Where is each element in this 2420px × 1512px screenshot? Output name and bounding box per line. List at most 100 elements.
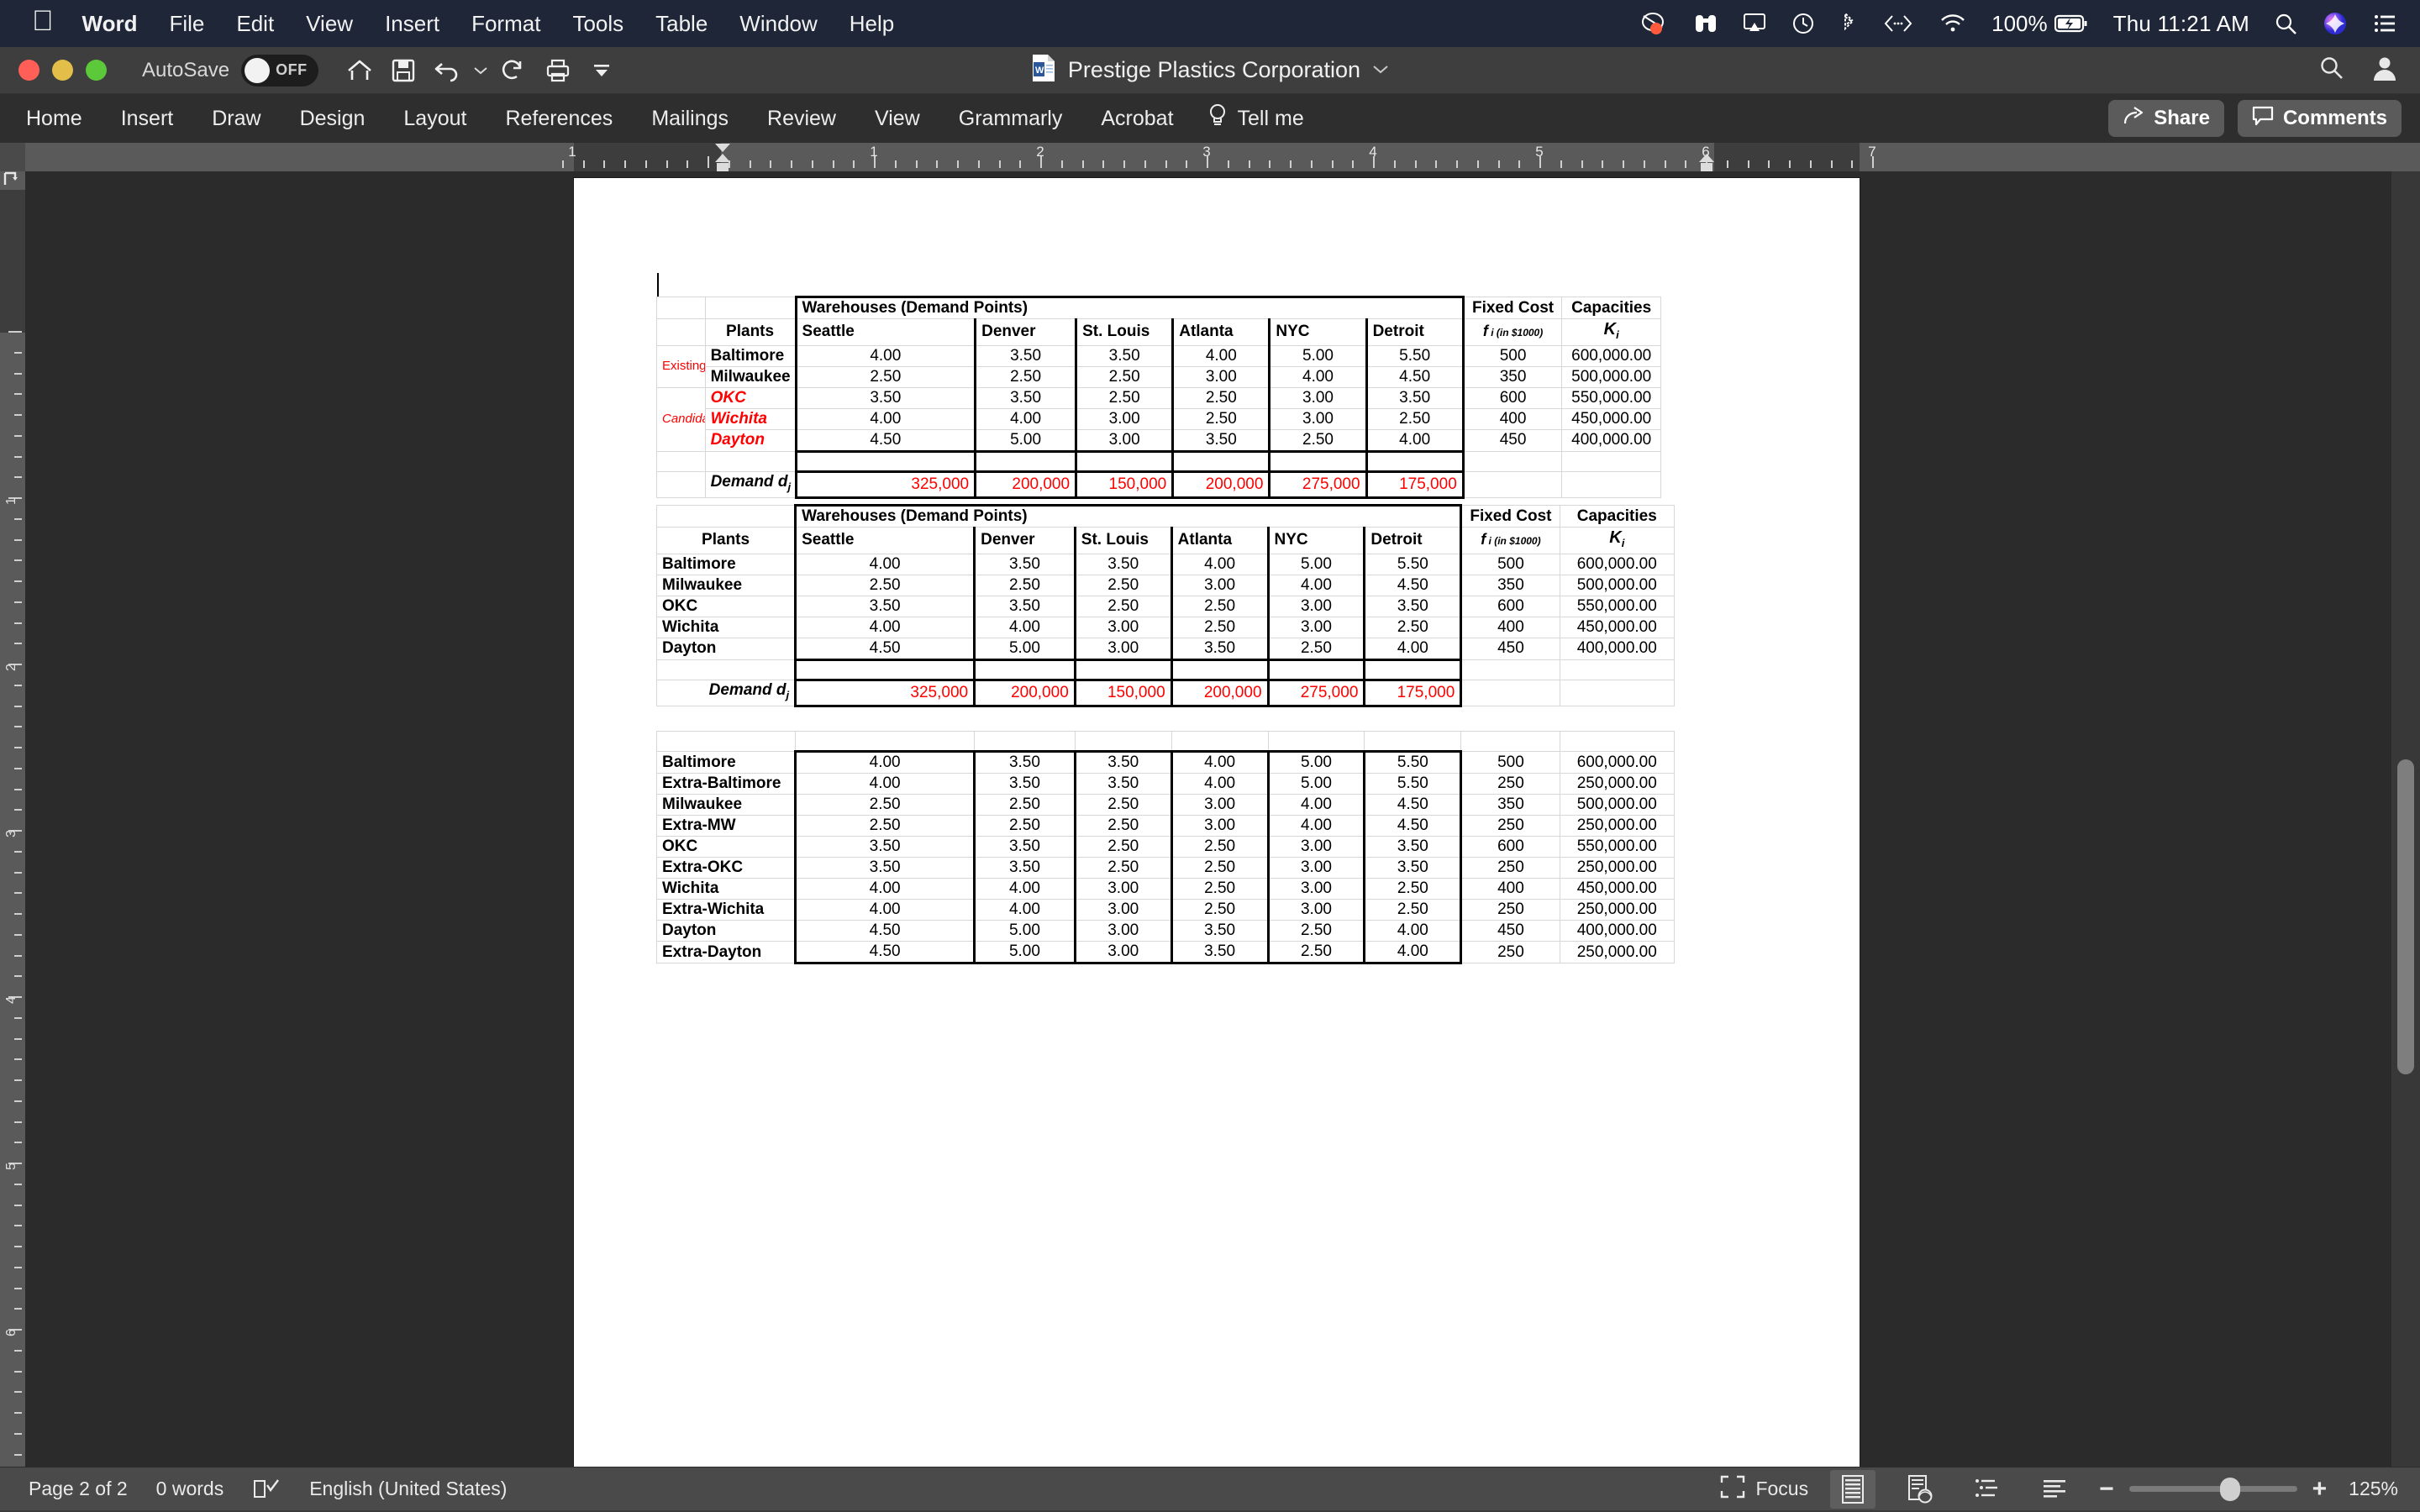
t1-category-existing: Existing xyxy=(656,344,706,388)
menu-item-tools[interactable]: Tools xyxy=(572,11,623,37)
zoom-slider-track[interactable] xyxy=(2128,1478,2297,1501)
zoom-slider[interactable]: − + xyxy=(2099,1475,2327,1504)
t1-cost-cell: 4.50 xyxy=(794,428,976,453)
table-row[interactable]: Wichita 4.00 4.00 3.00 2.50 3.00 2.50 400 450,00… xyxy=(655,616,1676,638)
battery-charging-icon[interactable] xyxy=(2054,13,2088,34)
tab-design[interactable]: Design xyxy=(281,94,385,143)
code-brackets-icon[interactable] xyxy=(1882,13,1914,34)
menu-item-view[interactable]: View xyxy=(306,11,353,37)
table-row[interactable]: Dayton 4.50 5.00 3.00 3.50 2.50 4.00 450 400,000… xyxy=(655,637,1676,661)
control-center-icon[interactable] xyxy=(2373,13,2396,34)
table-row[interactable]: OKC 3.50 3.50 2.50 2.50 3.00 3.50 600 550,000.00 xyxy=(655,836,1676,858)
page-indicator[interactable]: Page 2 of 2 xyxy=(29,1478,128,1500)
zoom-slider-knob[interactable] xyxy=(2219,1478,2240,1501)
menu-item-window[interactable]: Window xyxy=(739,11,817,37)
table-row[interactable]: Baltimore 4.00 3.50 3.50 4.00 5.00 5.50 500 600,… xyxy=(655,553,1676,575)
menu-item-format[interactable]: Format xyxy=(471,11,540,37)
table-row[interactable]: Milwaukee 2.50 2.50 2.50 3.00 4.00 4.50 350 500,… xyxy=(657,365,1661,388)
table-row[interactable]: Milwaukee 2.50 2.50 2.50 3.00 4.00 4.50 350 500,… xyxy=(655,574,1676,596)
print-layout-view-icon[interactable] xyxy=(1830,1469,1876,1509)
vertical-ruler[interactable]: 123456 xyxy=(0,171,25,1467)
redo-icon[interactable] xyxy=(495,51,534,90)
zoom-level-label[interactable]: 125% xyxy=(2349,1478,2398,1500)
tab-acrobat[interactable]: Acrobat xyxy=(1081,94,1192,143)
search-icon[interactable] xyxy=(2275,13,2297,35)
horizontal-ruler[interactable]: 1 1 2 3 4 5 6 7 xyxy=(0,143,2420,171)
undo-chevron-icon[interactable] xyxy=(471,51,490,90)
outline-view-icon[interactable] xyxy=(1965,1470,2010,1509)
tab-insert[interactable]: Insert xyxy=(102,94,193,143)
table-row[interactable]: OKC 3.50 3.50 2.50 2.50 3.00 3.50 600 550,000.00 xyxy=(655,595,1676,617)
table-row[interactable]: Dayton 4.50 5.00 3.00 3.50 2.50 4.00 450 400,000… xyxy=(655,920,1676,942)
vertical-scrollbar-thumb[interactable] xyxy=(2397,759,2414,1074)
tab-grammarly[interactable]: Grammarly xyxy=(939,94,1082,143)
save-icon[interactable] xyxy=(384,51,423,90)
menu-item-word[interactable]: Word xyxy=(82,11,138,37)
siri-icon[interactable] xyxy=(2323,11,2348,36)
menu-item-insert[interactable]: Insert xyxy=(385,11,439,37)
plus-icon[interactable]: + xyxy=(2312,1475,2328,1504)
web-layout-view-icon[interactable] xyxy=(1897,1470,1943,1509)
table-row[interactable]: Extra-Wichita 4.00 4.00 3.00 2.50 3.00 2.50 250… xyxy=(655,899,1676,921)
table-row-demand[interactable]: Demand dj 325,000 200,000 150,000 200,000 275… xyxy=(656,470,1661,499)
table-row[interactable]: Wichita 4.00 4.00 3.00 2.50 3.00 2.50 400 450,00… xyxy=(655,878,1676,900)
airplay-icon[interactable] xyxy=(1743,13,1766,34)
table-row[interactable]: Extra-OKC 3.50 3.50 2.50 2.50 3.00 3.50 250 250,… xyxy=(655,857,1676,879)
comments-button[interactable]: Comments xyxy=(2237,100,2402,137)
share-button[interactable]: Share xyxy=(2108,100,2224,137)
undo-icon[interactable] xyxy=(428,51,466,90)
chevron-down-icon[interactable] xyxy=(1372,60,1389,80)
focus-button[interactable]: Focus xyxy=(1720,1475,1808,1504)
screen-recording-icon[interactable] xyxy=(1640,11,1669,36)
close-button[interactable] xyxy=(18,60,39,81)
wifi-icon[interactable] xyxy=(1939,13,1966,34)
tab-home[interactable]: Home xyxy=(7,94,102,143)
tab-draw[interactable]: Draw xyxy=(192,94,280,143)
print-icon[interactable] xyxy=(539,51,577,90)
document-page[interactable]: Warehouses (Demand Points) Fixed Cost Capa… xyxy=(574,178,1860,1467)
language-indicator[interactable]: English (United States) xyxy=(309,1478,507,1500)
tab-view[interactable]: View xyxy=(855,94,939,143)
menu-item-file[interactable]: File xyxy=(169,11,204,37)
table-row[interactable]: CandidateOKC3.503.502.502.503.003.506005… xyxy=(656,386,1661,452)
menu-item-table[interactable]: Table xyxy=(655,11,708,37)
menu-item-help[interactable]: Help xyxy=(850,11,894,37)
binoculars-icon[interactable] xyxy=(1694,12,1718,35)
word-count[interactable]: 0 words xyxy=(156,1478,224,1500)
minus-icon[interactable]: − xyxy=(2099,1475,2114,1504)
table-row[interactable]: Milwaukee 2.50 2.50 2.50 3.00 4.00 4.50 350 500,… xyxy=(655,794,1676,816)
proofing-icon[interactable] xyxy=(252,1477,281,1502)
table-1-plants-warehouses-with-categories[interactable]: Warehouses (Demand Points) Fixed Cost Capa… xyxy=(656,296,1661,499)
first-line-indent-marker[interactable] xyxy=(713,143,732,171)
table-row[interactable]: Existing Baltimore 4.00 3.50 3.50 4.00 5.00 5.5… xyxy=(656,344,1661,388)
table-row-demand[interactable]: Demand dj 325,000 200,000 150,000 200,000 275… xyxy=(655,678,1676,707)
table-row[interactable]: Extra-MW 2.50 2.50 2.50 3.00 4.00 4.50 250 250,0… xyxy=(655,815,1676,837)
menu-item-edit[interactable]: Edit xyxy=(236,11,274,37)
vertical-scrollbar-track[interactable] xyxy=(2391,171,2420,1467)
autosave-label: AutoSave xyxy=(142,58,230,81)
table-3-plants-with-extra-capacity[interactable]: Baltimore 4.00 3.50 3.50 4.00 5.00 5.50 500 600,… xyxy=(655,731,1676,964)
maximize-button[interactable] xyxy=(86,60,107,81)
table-row[interactable]: Dayton 4.50 5.00 3.00 3.50 2.50 4.00 450 400,000… xyxy=(657,428,1661,453)
table-row[interactable]: Extra-Baltimore 4.00 3.50 3.50 4.00 5.00 5.50 2… xyxy=(655,773,1676,795)
minimize-button[interactable] xyxy=(52,60,73,81)
draft-view-icon[interactable] xyxy=(2032,1470,2077,1509)
tab-references[interactable]: References xyxy=(486,94,632,143)
table-row[interactable]: Extra-Dayton 4.50 5.00 3.00 3.50 2.50 4.00 250 2… xyxy=(655,941,1676,964)
tab-layout[interactable]: Layout xyxy=(384,94,486,143)
bluetooth-icon[interactable] xyxy=(1840,11,1857,36)
user-account-icon[interactable] xyxy=(2371,55,2398,86)
table-row[interactable]: Baltimore 4.00 3.50 3.50 4.00 5.00 5.50 500 600,… xyxy=(655,750,1676,774)
time-machine-icon[interactable] xyxy=(1791,12,1815,35)
home-icon[interactable] xyxy=(340,51,379,90)
tab-review[interactable]: Review xyxy=(748,94,855,143)
tab-mailings[interactable]: Mailings xyxy=(632,94,748,143)
tell-me-search[interactable]: Tell me xyxy=(1193,103,1319,134)
apple-logo-icon[interactable]:  xyxy=(32,7,54,35)
table-2-plants-warehouses-plain[interactable]: Warehouses (Demand Points) Fixed Cost Capa… xyxy=(655,504,1676,707)
search-icon[interactable] xyxy=(2319,55,2344,85)
customize-toolbar-icon[interactable] xyxy=(582,51,621,90)
autosave-toggle[interactable]: OFF xyxy=(241,54,319,87)
table-row[interactable]: Wichita 4.00 4.00 3.00 2.50 3.00 2.50 400 450,00… xyxy=(657,407,1661,430)
right-indent-marker[interactable] xyxy=(1697,143,1716,171)
